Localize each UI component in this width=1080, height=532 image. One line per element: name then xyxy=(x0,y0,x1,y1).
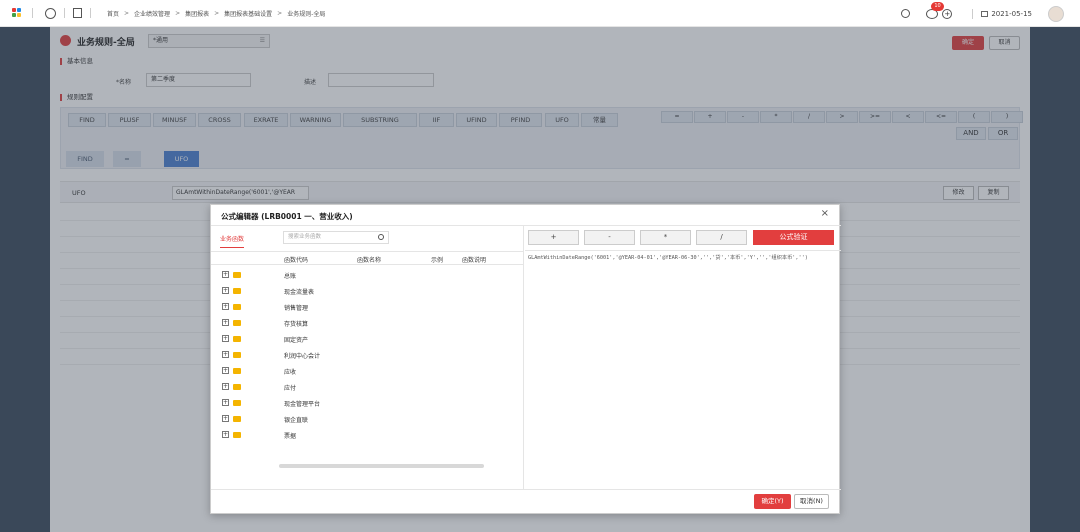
horizontal-scrollbar[interactable] xyxy=(279,464,484,468)
folder-icon xyxy=(233,288,241,294)
avatar[interactable] xyxy=(1048,5,1064,22)
close-icon[interactable]: × xyxy=(821,208,829,219)
table-header: 函数代码 函数名称 示例 函数说明 xyxy=(211,251,524,265)
tree-item-sales[interactable]: + 销售管理 xyxy=(211,299,524,315)
search-icon[interactable] xyxy=(901,9,911,18)
col-function-name: 函数名称 xyxy=(357,257,382,264)
divider xyxy=(32,8,33,18)
folder-icon xyxy=(233,304,241,310)
breadcrumb-separator: > xyxy=(175,9,181,17)
tree-item-profit-center[interactable]: + 利润中心会计 xyxy=(211,347,524,363)
divider xyxy=(90,8,91,18)
folder-icon xyxy=(233,352,241,358)
search-icon[interactable] xyxy=(378,234,384,240)
insert-multiply-button[interactable]: * xyxy=(640,230,691,245)
calendar-icon xyxy=(981,10,989,17)
folder-icon xyxy=(233,384,241,390)
expand-icon[interactable]: + xyxy=(222,335,229,342)
expand-icon[interactable]: + xyxy=(222,431,229,438)
col-example: 示例 xyxy=(431,257,444,264)
current-date: 2021-05-15 xyxy=(991,9,1032,18)
tree-item-cash-flow[interactable]: + 现金流量表 xyxy=(211,283,524,299)
tree-item-inventory[interactable]: + 存货核算 xyxy=(211,315,524,331)
tree-item-bank-link[interactable]: + 银企直联 xyxy=(211,411,524,427)
tree-item-label: 应收 xyxy=(284,369,297,376)
dialog-footer: 确定(Y) 取消(N) xyxy=(211,489,841,515)
folder-icon xyxy=(233,416,241,422)
expand-icon[interactable]: + xyxy=(222,399,229,406)
date-display: 2021-05-15 xyxy=(981,10,1032,18)
divider xyxy=(972,8,974,19)
tree-item-receivable[interactable]: + 应收 xyxy=(211,363,524,379)
tree-item-label: 票据 xyxy=(284,433,297,440)
document-icon[interactable] xyxy=(73,8,82,18)
top-bar: 首页 > 企业绩效管理 > 集团报表 > 集团报表基础设置 > 业务规则-全局 … xyxy=(0,0,1080,27)
tree-item-payable[interactable]: + 应付 xyxy=(211,379,524,395)
formula-editor-textarea[interactable]: GLAmtWithinDateRange('6001','@YEAR-04-01… xyxy=(525,250,841,489)
search-placeholder: 搜索业务函数 xyxy=(288,234,322,240)
tree-item-label: 银企直联 xyxy=(284,417,309,424)
tree-item-general-ledger[interactable]: + 总账 xyxy=(211,267,524,283)
message-icon[interactable]: 10 xyxy=(926,1,944,19)
insert-divide-button[interactable]: / xyxy=(696,230,747,245)
app-logo-icon[interactable] xyxy=(12,8,24,18)
expand-icon[interactable]: + xyxy=(222,351,229,358)
expand-icon[interactable]: + xyxy=(222,367,229,374)
breadcrumb-separator: > xyxy=(214,9,220,17)
tree-item-label: 现金流量表 xyxy=(284,289,315,296)
tree-item-bills[interactable]: + 票据 xyxy=(211,427,524,443)
expand-icon[interactable]: + xyxy=(222,303,229,310)
tree-item-label: 利润中心会计 xyxy=(284,353,321,360)
formula-editor-dialog: 公式编辑器 (LRB0001 一、营业收入) × 业务函数 搜索业务函数 函数代… xyxy=(210,204,841,515)
notification-badge: 10 xyxy=(931,1,944,11)
breadcrumb: 首页 > 企业绩效管理 > 集团报表 > 集团报表基础设置 > 业务规则-全局 xyxy=(107,9,325,18)
breadcrumb-separator: > xyxy=(277,9,283,17)
tree-item-label: 销售管理 xyxy=(284,305,309,312)
breadcrumb-separator: > xyxy=(124,9,130,17)
dialog-confirm-button[interactable]: 确定(Y) xyxy=(754,494,791,509)
breadcrumb-epm[interactable]: 企业绩效管理 xyxy=(134,9,170,18)
verify-formula-button[interactable]: 公式验证 xyxy=(753,230,834,245)
dialog-cancel-button[interactable]: 取消(N) xyxy=(794,494,829,509)
breadcrumb-current[interactable]: 业务规则-全局 xyxy=(287,9,325,18)
function-list-pane: 业务函数 搜索业务函数 函数代码 函数名称 示例 函数说明 + 总账 + 现金流… xyxy=(211,226,524,489)
dialog-title: 公式编辑器 (LRB0001 一、营业收入) xyxy=(221,212,353,221)
tree-item-cash-platform[interactable]: + 现金管理平台 xyxy=(211,395,524,411)
expand-icon[interactable]: + xyxy=(222,415,229,422)
col-function-code: 函数代码 xyxy=(284,257,309,264)
expand-icon[interactable]: + xyxy=(222,319,229,326)
formula-pane: + - * / 公式验证 GLAmtWithinDateRange('6001'… xyxy=(525,226,841,489)
add-circle-icon[interactable]: + xyxy=(942,8,953,19)
folder-icon xyxy=(233,432,241,438)
col-description: 函数说明 xyxy=(462,257,487,264)
tree-item-label: 现金管理平台 xyxy=(284,401,321,408)
tree-item-label: 总账 xyxy=(284,273,297,280)
tree-item-label: 固定资产 xyxy=(284,337,309,344)
folder-icon xyxy=(233,320,241,326)
insert-minus-button[interactable]: - xyxy=(584,230,635,245)
expand-icon[interactable]: + xyxy=(222,271,229,278)
folder-icon xyxy=(233,272,241,278)
tree-item-label: 应付 xyxy=(284,385,297,392)
tab-business-functions[interactable]: 业务函数 xyxy=(220,234,245,248)
clock-icon[interactable] xyxy=(45,7,56,19)
insert-plus-button[interactable]: + xyxy=(528,230,579,245)
expand-icon[interactable]: + xyxy=(222,383,229,390)
folder-icon xyxy=(233,400,241,406)
breadcrumb-basic-settings[interactable]: 集团报表基础设置 xyxy=(224,9,272,18)
tree-item-label: 存货核算 xyxy=(284,321,309,328)
tree-item-fixed-assets[interactable]: + 固定资产 xyxy=(211,331,524,347)
search-input[interactable]: 搜索业务函数 xyxy=(283,231,389,244)
breadcrumb-group-report[interactable]: 集团报表 xyxy=(185,9,209,18)
folder-icon xyxy=(233,336,241,342)
breadcrumb-home[interactable]: 首页 xyxy=(107,9,119,18)
expand-icon[interactable]: + xyxy=(222,287,229,294)
folder-icon xyxy=(233,368,241,374)
divider xyxy=(64,8,65,18)
